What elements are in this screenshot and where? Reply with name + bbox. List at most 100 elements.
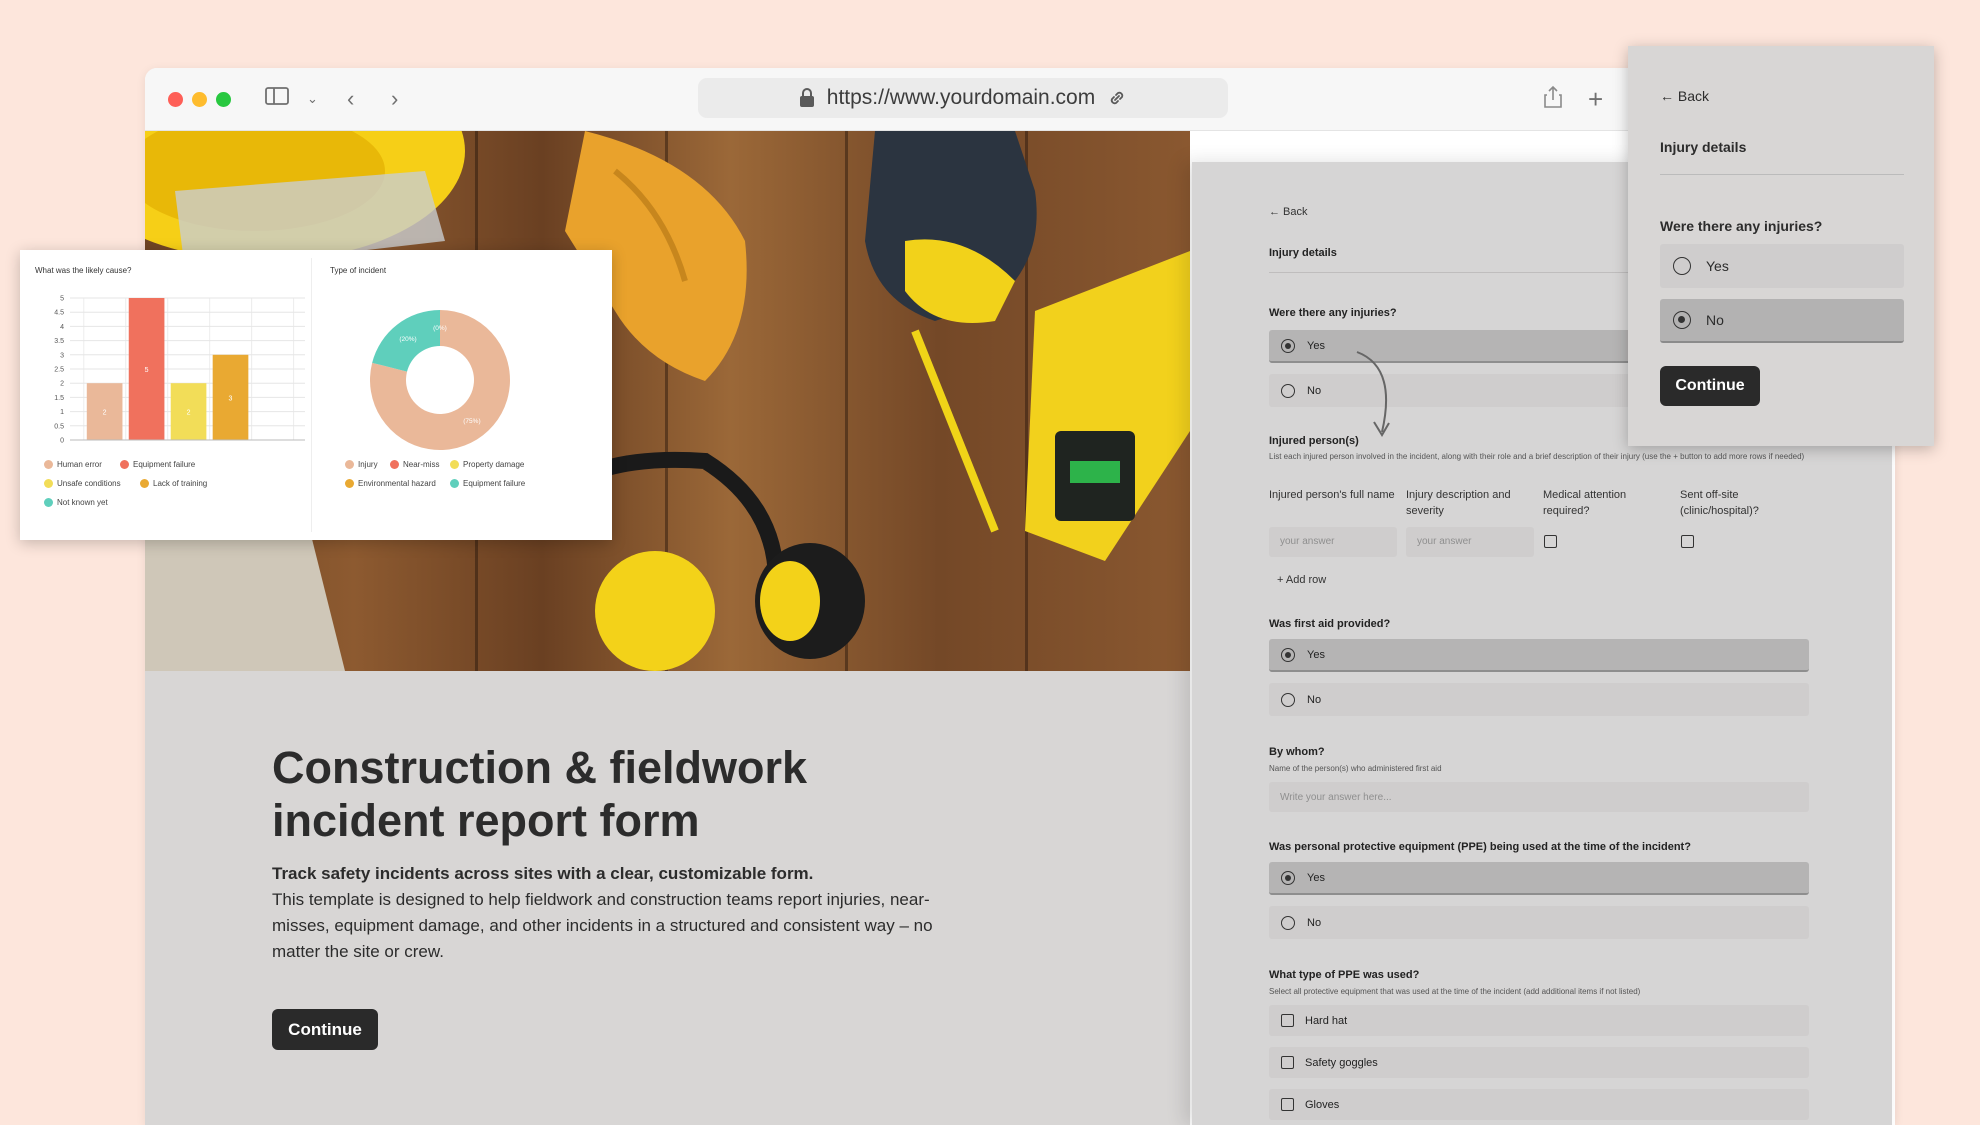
option-label: Yes (1307, 339, 1325, 352)
form-section-title: Injury details (1269, 247, 1337, 259)
option-label: Safety goggles (1305, 1056, 1378, 1069)
divider (311, 258, 312, 532)
form-back-link[interactable]: ← Back (1269, 206, 1308, 218)
radio-icon (1281, 383, 1295, 398)
sidebar-toggle-icon[interactable] (265, 85, 289, 113)
column-header-medical: Medical attention required? (1543, 489, 1627, 517)
sent-offsite-checkbox[interactable] (1681, 535, 1694, 548)
option-label: Hard hat (1305, 1014, 1348, 1027)
popup-back-link[interactable]: ← Back (1660, 88, 1709, 104)
legend-item: Equipment failure (120, 460, 195, 469)
bar-chart-title: What was the likely cause? (35, 266, 132, 275)
popup-section-title: Injury details (1660, 139, 1747, 155)
question-ppe: Was personal protective equipment (PPE) … (1269, 841, 1691, 853)
radio-icon (1281, 870, 1295, 885)
legend-item: Unsafe conditions (44, 479, 121, 488)
by-whom-hint: Name of the person(s) who administered f… (1269, 764, 1442, 773)
medical-attention-checkbox[interactable] (1544, 535, 1557, 548)
option-label: Gloves (1305, 1098, 1340, 1111)
donut-slice-label: (20%) (399, 336, 416, 343)
y-tick-label: 1 (60, 409, 64, 416)
minimize-window-button[interactable] (192, 92, 207, 107)
legend-item: Human error (44, 460, 102, 469)
y-tick-label: 5 (60, 296, 64, 303)
radio-icon (1281, 338, 1295, 353)
radio-icon (1673, 311, 1691, 329)
question-by-whom: By whom? (1269, 746, 1325, 758)
landing-content: Construction & fieldwork incident report… (145, 671, 1190, 1125)
close-window-button[interactable] (168, 92, 183, 107)
column-header-offsite: Sent off-site (clinic/hospital)? (1680, 489, 1759, 517)
legend-item: Near-miss (390, 460, 439, 469)
y-tick-label: 0 (60, 438, 64, 445)
popup-option-yes[interactable]: Yes (1660, 244, 1904, 288)
new-tab-icon[interactable]: + (1588, 85, 1603, 113)
forward-arrow-icon[interactable]: › (391, 85, 398, 113)
page-body-text: This template is designed to help fieldw… (272, 890, 933, 961)
continue-button[interactable]: Continue (272, 1009, 378, 1050)
divider (1660, 174, 1904, 175)
option-label: Yes (1706, 258, 1729, 274)
checkbox-icon (1281, 1014, 1294, 1027)
injured-persons-hint: List each injured person involved in the… (1269, 452, 1805, 461)
injury-popup-card: ← Back Injury details Were there any inj… (1628, 46, 1934, 446)
injured-name-input[interactable]: your answer (1269, 527, 1397, 557)
bar-value-label: 2 (103, 410, 107, 417)
share-icon[interactable] (1543, 85, 1563, 116)
radio-icon (1281, 647, 1295, 662)
legend-item: Equipment failure (450, 479, 525, 488)
y-tick-label: 0.5 (54, 423, 64, 430)
y-tick-label: 1.5 (54, 395, 64, 402)
url-text: https://www.yourdomain.com (826, 86, 1096, 109)
add-row-button[interactable]: + Add row (1277, 574, 1326, 586)
option-label: No (1307, 916, 1322, 929)
option-label: No (1706, 312, 1724, 328)
legend-item: Property damage (450, 460, 524, 469)
option-label: No (1307, 693, 1322, 706)
checkbox-icon (1281, 1056, 1294, 1069)
option-label: Yes (1307, 648, 1325, 661)
curved-arrow-icon (1356, 351, 1390, 437)
option-label: Yes (1307, 871, 1325, 884)
column-header-name: Injured person's full name (1269, 489, 1395, 501)
legend-item: Injury (345, 460, 378, 469)
maximize-window-button[interactable] (216, 92, 231, 107)
donut-slice-label: (0%) (433, 325, 447, 332)
by-whom-input[interactable]: Write your answer here... (1269, 782, 1809, 812)
first-aid-option-yes[interactable]: Yes (1269, 639, 1809, 672)
bar-value-label: 2 (187, 410, 191, 417)
address-bar[interactable]: https://www.yourdomain.com (698, 78, 1228, 118)
radio-icon (1673, 257, 1691, 275)
page-subtitle: Track safety incidents across sites with… (272, 864, 814, 883)
donut-chart: (75%) (20%) (0%) (370, 310, 510, 451)
back-arrow-icon[interactable]: ‹ (347, 85, 354, 113)
ppe-option-gloves[interactable]: Gloves (1269, 1089, 1809, 1120)
popup-question: Were there any injuries? (1660, 218, 1823, 234)
page-title: Construction & fieldwork incident report… (272, 742, 808, 846)
y-tick-label: 4.5 (54, 310, 64, 317)
question-ppe-type: What type of PPE was used? (1269, 969, 1420, 981)
bar-chart: 0 0.5 1 1.5 2 2.5 3 3.5 4 4.5 5 2 5 2 3 (54, 296, 305, 445)
ppe-option-yes[interactable]: Yes (1269, 862, 1809, 895)
ppe-option-safety-goggles[interactable]: Safety goggles (1269, 1047, 1809, 1078)
charts-card: What was the likely cause? Type of incid… (20, 250, 612, 540)
legend-item: Not known yet (44, 498, 108, 507)
bar-value-label: 5 (145, 367, 149, 374)
ppe-option-hard-hat[interactable]: Hard hat (1269, 1005, 1809, 1036)
first-aid-option-no[interactable]: No (1269, 683, 1809, 716)
popup-option-no[interactable]: No (1660, 299, 1904, 343)
popup-continue-button[interactable]: Continue (1660, 366, 1760, 406)
bar-value-label: 3 (229, 395, 233, 402)
injury-description-input[interactable]: your answer (1406, 527, 1534, 557)
lock-icon (799, 88, 814, 107)
ppe-option-no[interactable]: No (1269, 906, 1809, 939)
y-tick-label: 2 (60, 381, 64, 388)
donut-slice-label: (75%) (463, 418, 480, 425)
question-injured-persons: Injured person(s) (1269, 435, 1359, 447)
page-description: Track safety incidents across sites with… (272, 861, 972, 965)
chevron-down-icon[interactable]: ⌄ (307, 85, 318, 113)
legend-item: Environmental hazard (345, 479, 436, 488)
question-first-aid: Was first aid provided? (1269, 618, 1391, 630)
legend-item: Lack of training (140, 479, 207, 488)
radio-icon (1281, 692, 1295, 707)
